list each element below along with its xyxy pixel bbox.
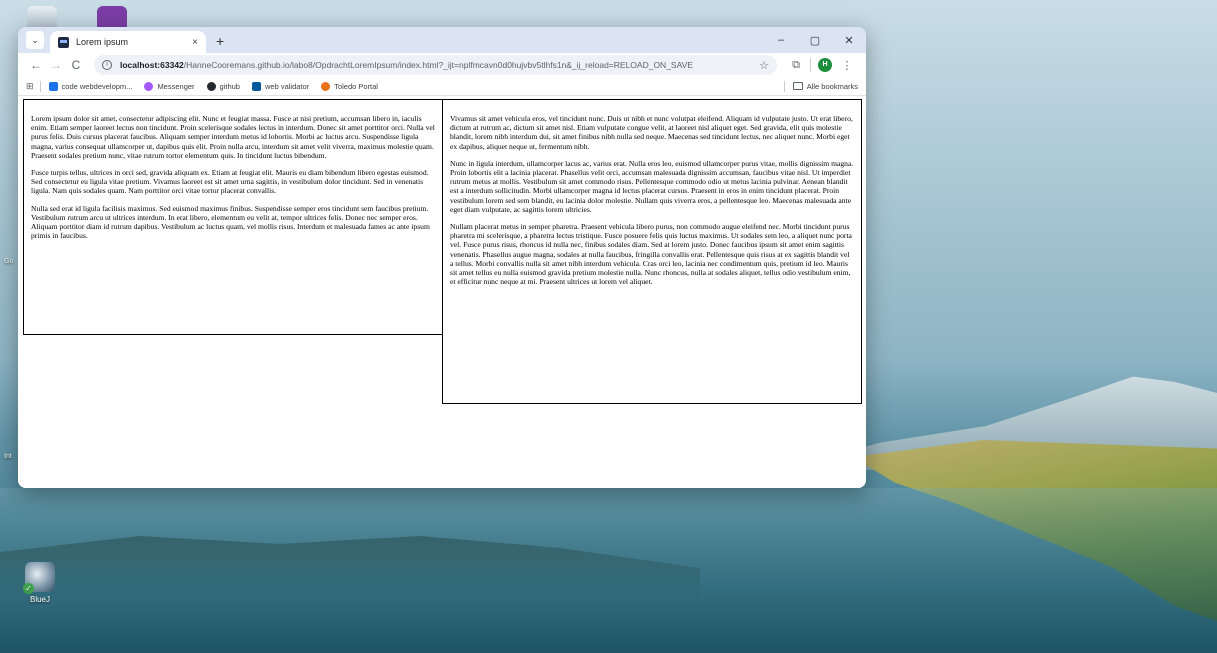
- right-column: Vivamus sit amet vehicula eros, vel tinc…: [442, 99, 862, 404]
- desktop-side-label: Int: [4, 453, 12, 460]
- paragraph: Fusce turpis tellus, ultrices in orci se…: [31, 168, 429, 196]
- maximize-button[interactable]: ▢: [798, 34, 832, 47]
- reload-button[interactable]: C: [66, 58, 86, 72]
- bookmark-label: code webdevelopm...: [61, 81, 133, 91]
- webstorm-favicon-icon: [58, 36, 69, 48]
- bookmark-toledo-portal[interactable]: Toledo Portal: [321, 81, 378, 91]
- tab-title: Lorem ipsum: [76, 37, 129, 47]
- desktop-icon-label: BlueJ: [29, 595, 50, 604]
- url-text: localhost:63342/HanneCooremans.github.io…: [120, 60, 753, 70]
- bookmarks-bar: ⊞ code webdevelopm... Messenger github w…: [18, 77, 866, 96]
- apps-grid-icon[interactable]: ⊞: [26, 81, 34, 92]
- paragraph: Nunc in ligula interdum, ullamcorper lac…: [450, 158, 854, 214]
- page-content: Lorem ipsum dolor sit amet, consectetur …: [18, 96, 866, 488]
- messenger-icon: [144, 81, 154, 91]
- bookmark-messenger[interactable]: Messenger: [144, 81, 195, 91]
- bookmarks-divider: [39, 80, 41, 92]
- new-tab-button[interactable]: +: [216, 33, 224, 49]
- bookmark-label: Messenger: [157, 81, 195, 91]
- all-bookmarks-label: Alle bookmarks: [806, 81, 858, 91]
- forward-button[interactable]: →: [46, 58, 66, 72]
- github-icon: [206, 81, 216, 91]
- back-button[interactable]: ←: [26, 58, 46, 72]
- browser-window: ⌄ Lorem ipsum × + – ▢ ✕ ← → C i localhos…: [18, 27, 866, 488]
- site-info-icon[interactable]: i: [102, 60, 112, 70]
- close-window-button[interactable]: ✕: [832, 34, 866, 47]
- w3c-icon: [251, 81, 261, 91]
- toledo-icon: [321, 81, 331, 91]
- tab-close-icon[interactable]: ×: [192, 37, 198, 48]
- bluej-icon: [23, 562, 55, 594]
- bookmark-web-validator[interactable]: web validator: [251, 81, 310, 91]
- bookmarks-divider: [783, 80, 785, 92]
- bluej-desktop-icon[interactable]: BlueJ: [10, 562, 70, 604]
- chevron-down-icon: ⌄: [31, 34, 39, 45]
- paragraph: Vivamus sit amet vehicula eros, vel tinc…: [450, 114, 853, 151]
- folder-icon: [792, 82, 803, 90]
- url-path: /HanneCooremans.github.io/labo8/Opdracht…: [183, 60, 693, 70]
- minimize-button[interactable]: –: [764, 34, 798, 46]
- toolbar-divider: [810, 58, 811, 72]
- bookmark-label: github: [219, 81, 240, 91]
- desktop-side-label: Go: [4, 258, 14, 265]
- code-icon: [48, 81, 58, 91]
- window-controls: – ▢ ✕: [764, 27, 866, 53]
- url-host: localhost:63342: [120, 60, 184, 70]
- browser-toolbar: ← → C i localhost:63342/HanneCooremans.g…: [18, 53, 866, 77]
- all-bookmarks-button[interactable]: Alle bookmarks: [783, 80, 858, 92]
- bookmark-code-webdevelopment[interactable]: code webdevelopm...: [48, 81, 133, 91]
- bookmark-github[interactable]: github: [206, 81, 240, 91]
- paragraph: Nulla sed erat id ligula facilisis maxim…: [31, 203, 430, 241]
- bookmark-star-icon[interactable]: ☆: [759, 59, 769, 72]
- paragraph: Nullam placerat metus in semper pharetra…: [450, 222, 852, 287]
- tab-strip: ⌄ Lorem ipsum × + – ▢ ✕: [18, 27, 866, 53]
- tab-lorem-ipsum[interactable]: Lorem ipsum ×: [50, 31, 206, 53]
- paragraph: Lorem ipsum dolor sit amet, consectetur …: [31, 114, 435, 160]
- profile-avatar[interactable]: H: [818, 58, 832, 72]
- bookmark-label: Toledo Portal: [334, 81, 378, 91]
- left-column: Lorem ipsum dolor sit amet, consectetur …: [23, 99, 443, 335]
- address-bar[interactable]: i localhost:63342/HanneCooremans.github.…: [94, 55, 777, 75]
- bookmark-label: web validator: [264, 81, 310, 91]
- more-menu-icon[interactable]: ⋮: [836, 59, 858, 72]
- extensions-icon[interactable]: ⧉: [785, 59, 807, 72]
- tab-search-button[interactable]: ⌄: [26, 31, 44, 49]
